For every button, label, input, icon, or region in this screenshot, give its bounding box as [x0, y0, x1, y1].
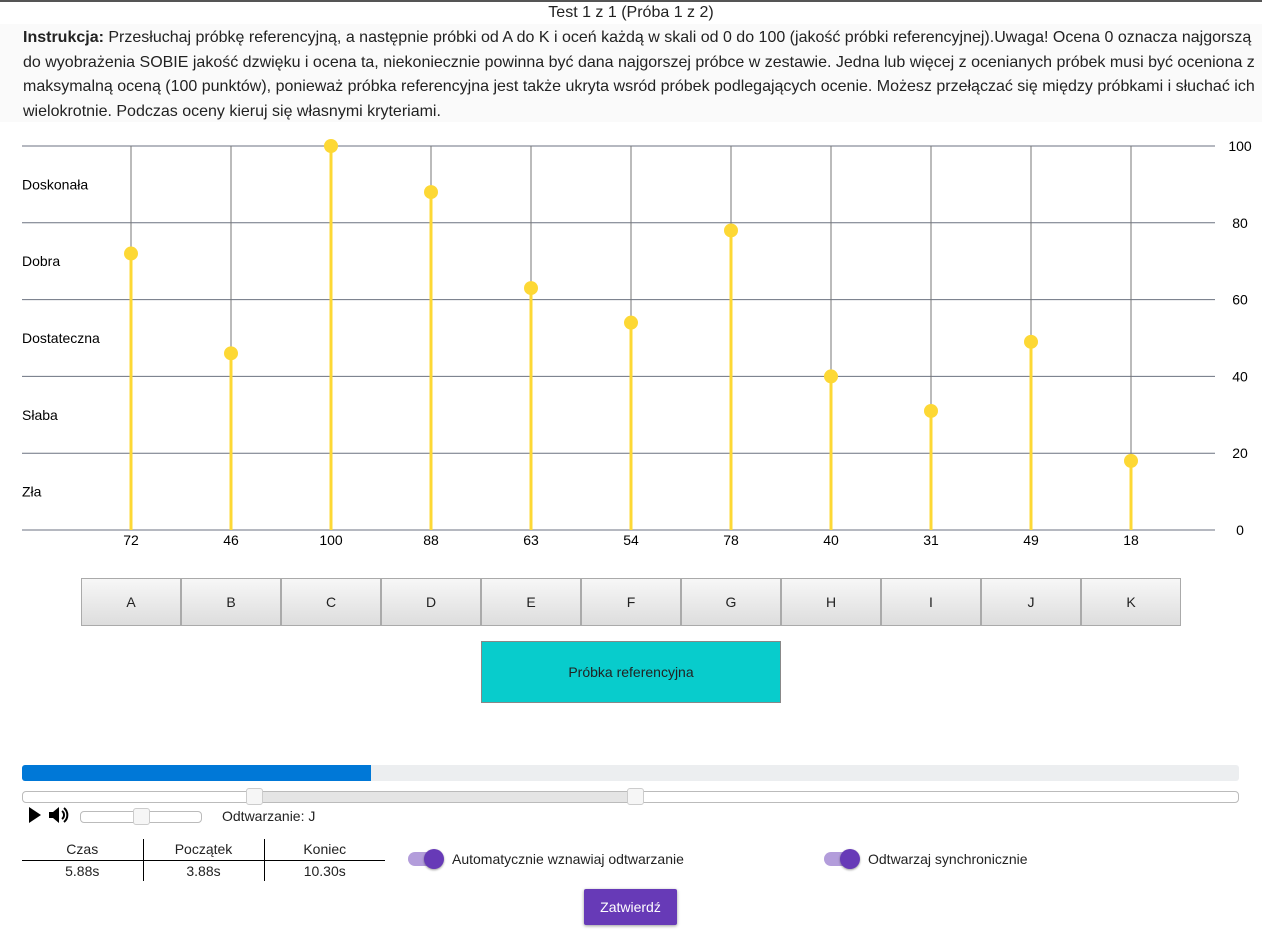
volume-icon[interactable] — [48, 804, 70, 826]
sample-button-d[interactable]: D — [381, 578, 481, 626]
sample-button-b[interactable]: B — [181, 578, 281, 626]
start-value: 3.88s — [142, 860, 264, 881]
play-icon[interactable] — [29, 807, 41, 823]
slider-handle-i[interactable] — [924, 403, 938, 418]
submit-button[interactable]: Zatwierdź — [584, 889, 677, 925]
slider-handle-b[interactable] — [224, 346, 238, 361]
rating-value-k: 18 — [1123, 532, 1139, 548]
band-label: Doskonała — [22, 176, 88, 192]
rating-value-e: 63 — [523, 532, 539, 548]
submit-label: Zatwierdź — [600, 899, 661, 915]
reference-label: Próbka referencyjna — [568, 664, 694, 680]
progress-fill — [22, 765, 372, 781]
toggle-label: Automatycznie wznawiaj odtwarzanie — [452, 851, 684, 867]
slider-handle-d[interactable] — [424, 185, 438, 200]
sample-button-j[interactable]: J — [981, 578, 1081, 626]
top-border — [0, 0, 1262, 2]
loop-end-handle[interactable] — [627, 788, 645, 805]
toggle-switch[interactable] — [824, 849, 860, 869]
sample-button-a[interactable]: A — [81, 578, 181, 626]
toggle-label: Odtwarzaj synchronicznie — [868, 851, 1028, 867]
toggle-knob — [424, 849, 444, 869]
rating-value-j: 49 — [1023, 532, 1039, 548]
time-value: 5.88s — [65, 862, 100, 879]
rating-value-f: 54 — [623, 532, 639, 548]
end-header: Koniec — [263, 839, 385, 861]
band-label: Dostateczna — [22, 330, 100, 346]
y-tick-label: 20 — [1232, 445, 1248, 461]
sample-button-f[interactable]: F — [581, 578, 681, 626]
instruction-label: Instrukcja: — [23, 29, 104, 46]
rating-value-b: 46 — [223, 532, 239, 548]
slider-handle-a[interactable] — [124, 246, 138, 261]
time-table: Czas Początek Koniec 5.88s 3.88s 10.30s — [22, 839, 385, 881]
sample-button-k[interactable]: K — [1081, 578, 1181, 626]
sample-button-h[interactable]: H — [781, 578, 881, 626]
rating-value-i: 31 — [923, 532, 939, 548]
rating-value-g: 78 — [723, 532, 739, 548]
sample-button-e[interactable]: E — [481, 578, 581, 626]
y-tick-label: 80 — [1232, 215, 1248, 231]
sync-play-toggle[interactable]: Odtwarzaj synchronicznie — [824, 849, 1028, 869]
band-label: Zła — [22, 484, 42, 500]
slider-handle-h[interactable] — [824, 369, 838, 384]
rating-value-d: 88 — [423, 532, 439, 548]
slider-handle-g[interactable] — [724, 223, 738, 238]
start-header: Początek — [142, 839, 264, 861]
time-header: Czas — [22, 839, 143, 861]
rating-value-c: 100 — [319, 532, 343, 548]
y-tick-label: 60 — [1232, 292, 1248, 308]
sample-button-c[interactable]: C — [281, 578, 381, 626]
rating-value-a: 72 — [123, 532, 139, 548]
sample-buttons: ABCDEFGHIJK — [81, 578, 1181, 626]
instructions: Instrukcja: Przesłuchaj próbkę referency… — [0, 24, 1262, 122]
toggle-switch[interactable] — [408, 849, 444, 869]
playback-progress[interactable] — [22, 765, 1239, 781]
end-value: 10.30s — [263, 860, 385, 881]
reference-button[interactable]: Próbka referencyjna — [481, 641, 781, 703]
loop-range-slider[interactable] — [22, 788, 1239, 805]
sample-button-g[interactable]: G — [681, 578, 781, 626]
slider-handle-c[interactable] — [324, 139, 338, 153]
page-title: Test 1 z 1 (Próba 1 z 2) — [548, 4, 714, 21]
slider-handle-j[interactable] — [1024, 334, 1038, 349]
playing-status: Odtwarzanie: J — [222, 808, 316, 824]
y-tick-label: 0 — [1236, 522, 1244, 538]
instruction-text: Przesłuchaj próbkę referencyjną, a nastę… — [23, 29, 1255, 120]
toggle-knob — [840, 849, 860, 869]
band-label: Dobra — [22, 253, 60, 269]
sample-button-i[interactable]: I — [881, 578, 981, 626]
loop-start-handle[interactable] — [245, 788, 263, 805]
y-tick-label: 100 — [1228, 138, 1252, 154]
rating-chart: 0 20 40 60 80 100 Doskonała Dobra Dostateczna Sła… — [22, 138, 1252, 548]
volume-slider[interactable] — [80, 808, 202, 825]
rating-value-h: 40 — [823, 532, 839, 548]
volume-handle[interactable] — [133, 808, 150, 825]
slider-handle-f[interactable] — [624, 315, 638, 330]
auto-resume-toggle[interactable]: Automatycznie wznawiaj odtwarzanie — [408, 849, 684, 869]
y-tick-label: 40 — [1232, 368, 1248, 384]
loop-range-selection — [253, 792, 636, 802]
slider-handle-k[interactable] — [1124, 453, 1138, 468]
band-label: Słaba — [22, 407, 58, 423]
slider-handle-e[interactable] — [524, 281, 538, 296]
